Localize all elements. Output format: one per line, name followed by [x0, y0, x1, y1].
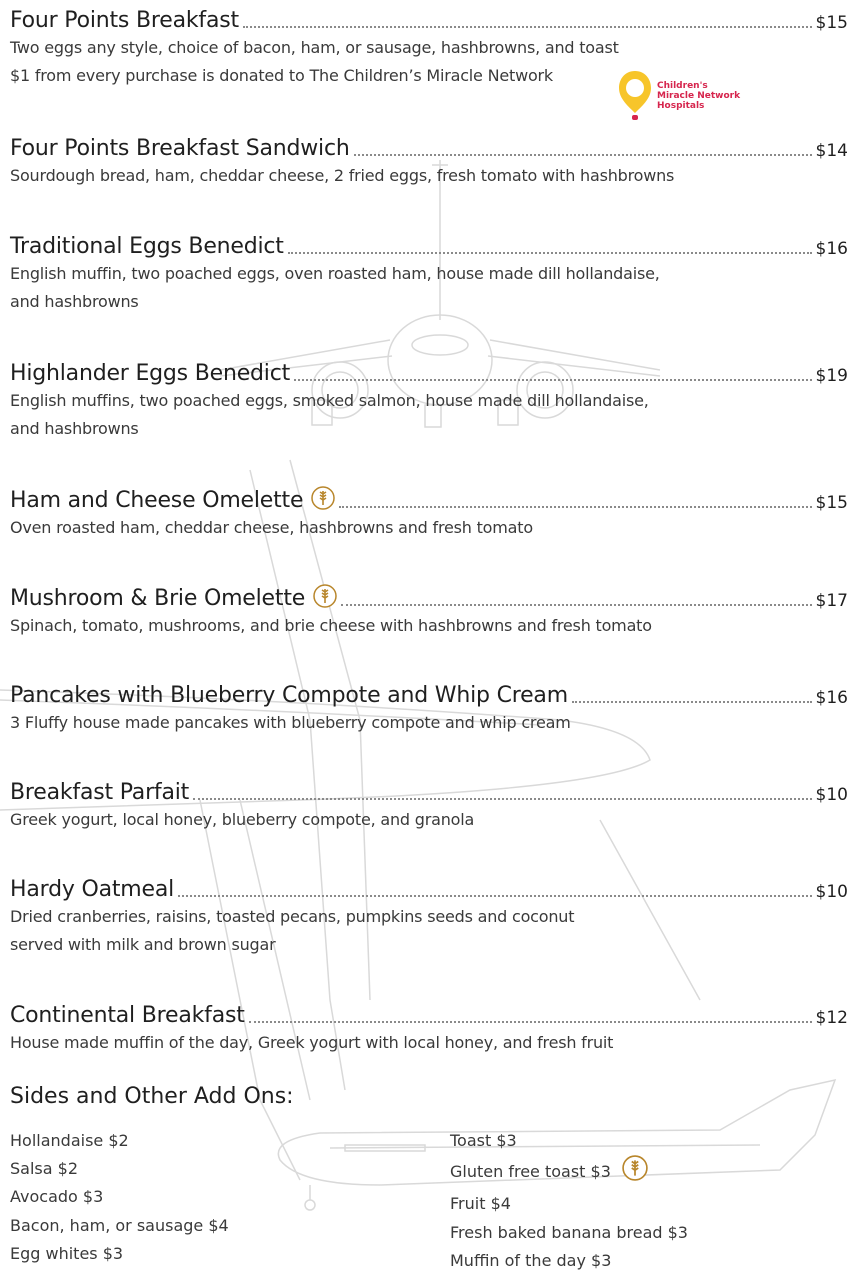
sides-heading: Sides and Other Add Ons: — [10, 1084, 294, 1109]
sides-right-column: Toast $3 Gluten free toast $3 Fruit $4 F… — [450, 1127, 688, 1275]
dot-leader — [341, 604, 812, 606]
cmn-line: Miracle Network — [657, 91, 741, 101]
menu-item: Breakfast Parfait $10 Greek yogurt, loca… — [10, 772, 848, 834]
dot-leader — [353, 154, 812, 156]
item-description: English muffins, two poached eggs, smoke… — [10, 387, 848, 443]
cmn-line: Hospitals — [657, 101, 705, 111]
menu-item: Pancakes with Blueberry Compote and Whip… — [10, 675, 848, 737]
item-price: $15 — [815, 13, 848, 33]
item-name: Highlander Eggs Benedict — [10, 361, 291, 386]
item-name: Traditional Eggs Benedict — [10, 234, 284, 259]
desc-line: served with milk and brown sugar — [10, 935, 276, 954]
item-price: $14 — [815, 141, 848, 161]
desc-line: House made muffin of the day, Greek yogu… — [10, 1033, 614, 1052]
menu-item: Four Points Breakfast Sandwich $14 Sourd… — [10, 128, 848, 190]
item-description: Greek yogurt, local honey, blueberry com… — [10, 806, 848, 834]
item-description: House made muffin of the day, Greek yogu… — [10, 1029, 848, 1057]
item-price: $16 — [815, 688, 848, 708]
desc-line: and hashbrowns — [10, 419, 139, 438]
item-name: Four Points Breakfast Sandwich — [10, 136, 350, 161]
menu-item: Traditional Eggs Benedict $16 English mu… — [10, 226, 848, 316]
dot-leader — [294, 379, 812, 381]
menu-item: Highlander Eggs Benedict $19 English muf… — [10, 353, 848, 443]
desc-line: English muffin, two poached eggs, oven r… — [10, 264, 660, 283]
menu-item: Mushroom & Brie Omelette $17 Spinach, to… — [10, 578, 848, 640]
desc-line: Oven roasted ham, cheddar cheese, hashbr… — [10, 518, 533, 537]
cmn-balloon-icon — [619, 71, 651, 120]
side-item: Fresh baked banana bread $3 — [450, 1222, 688, 1242]
item-name: Mushroom & Brie Omelette — [10, 586, 306, 611]
side-item: Salsa $2 — [10, 1159, 78, 1179]
item-price: $12 — [815, 1008, 848, 1028]
item-price: $17 — [815, 591, 848, 611]
item-description: Oven roasted ham, cheddar cheese, hashbr… — [10, 514, 848, 542]
side-item: Gluten free toast $3 — [450, 1155, 688, 1190]
item-price: $10 — [815, 882, 848, 902]
item-description: Sourdough bread, ham, cheddar cheese, 2 … — [10, 162, 848, 190]
dot-leader — [242, 26, 812, 28]
wheat-icon — [622, 1155, 648, 1190]
item-price: $19 — [815, 366, 848, 386]
wheat-icon — [313, 584, 337, 612]
side-item: Fruit $4 — [450, 1194, 511, 1214]
cmn-line: Children's — [657, 81, 708, 91]
dot-leader — [178, 895, 812, 897]
item-description: 3 Fluffy house made pancakes with bluebe… — [10, 709, 848, 737]
item-description: Spinach, tomato, mushrooms, and brie che… — [10, 612, 848, 640]
cmn-logo: Children's Miracle Network Hospitals — [617, 69, 740, 123]
dot-leader — [571, 701, 812, 703]
cmn-logo-text: Children's Miracle Network Hospitals — [657, 81, 740, 111]
side-item: Egg whites $3 — [10, 1243, 124, 1263]
desc-line: Spinach, tomato, mushrooms, and brie che… — [10, 616, 652, 635]
desc-line: 3 Fluffy house made pancakes with bluebe… — [10, 713, 571, 732]
side-item: Hollandaise $2 — [10, 1131, 129, 1150]
dot-leader — [287, 252, 812, 254]
side-item: Avocado $3 — [10, 1187, 104, 1207]
sides-left-column: Hollandaise $2 Salsa $2 Avocado $3 Bacon… — [10, 1127, 229, 1268]
side-item-label: Gluten free toast $3 — [450, 1162, 611, 1182]
side-item: Toast $3 — [450, 1131, 517, 1150]
item-name: Breakfast Parfait — [10, 780, 190, 805]
dot-leader — [193, 798, 812, 800]
item-name: Ham and Cheese Omelette — [10, 488, 304, 513]
dot-leader — [248, 1021, 812, 1023]
menu-item: Ham and Cheese Omelette $15 Oven roasted… — [10, 480, 848, 542]
item-description: Dried cranberries, raisins, toasted peca… — [10, 903, 848, 959]
item-name: Four Points Breakfast — [10, 8, 239, 33]
item-description: English muffin, two poached eggs, oven r… — [10, 260, 848, 316]
item-price: $16 — [815, 239, 848, 259]
item-price: $10 — [815, 785, 848, 805]
desc-line: Two eggs any style, choice of bacon, ham… — [10, 38, 619, 57]
dot-leader — [339, 506, 812, 508]
item-price: $15 — [815, 493, 848, 513]
item-name: Pancakes with Blueberry Compote and Whip… — [10, 683, 568, 708]
menu-item: Hardy Oatmeal $10 Dried cranberries, rai… — [10, 869, 848, 959]
desc-line: English muffins, two poached eggs, smoke… — [10, 391, 649, 410]
side-item: Bacon, ham, or sausage $4 — [10, 1215, 229, 1235]
desc-line: Greek yogurt, local honey, blueberry com… — [10, 810, 475, 829]
item-name: Continental Breakfast — [10, 1003, 245, 1028]
desc-line: Sourdough bread, ham, cheddar cheese, 2 … — [10, 166, 675, 185]
menu-item: Continental Breakfast $12 House made muf… — [10, 995, 848, 1057]
wheat-icon — [311, 486, 336, 514]
desc-line: and hashbrowns — [10, 292, 139, 311]
item-name: Hardy Oatmeal — [10, 877, 175, 902]
desc-line: Dried cranberries, raisins, toasted peca… — [10, 907, 575, 926]
